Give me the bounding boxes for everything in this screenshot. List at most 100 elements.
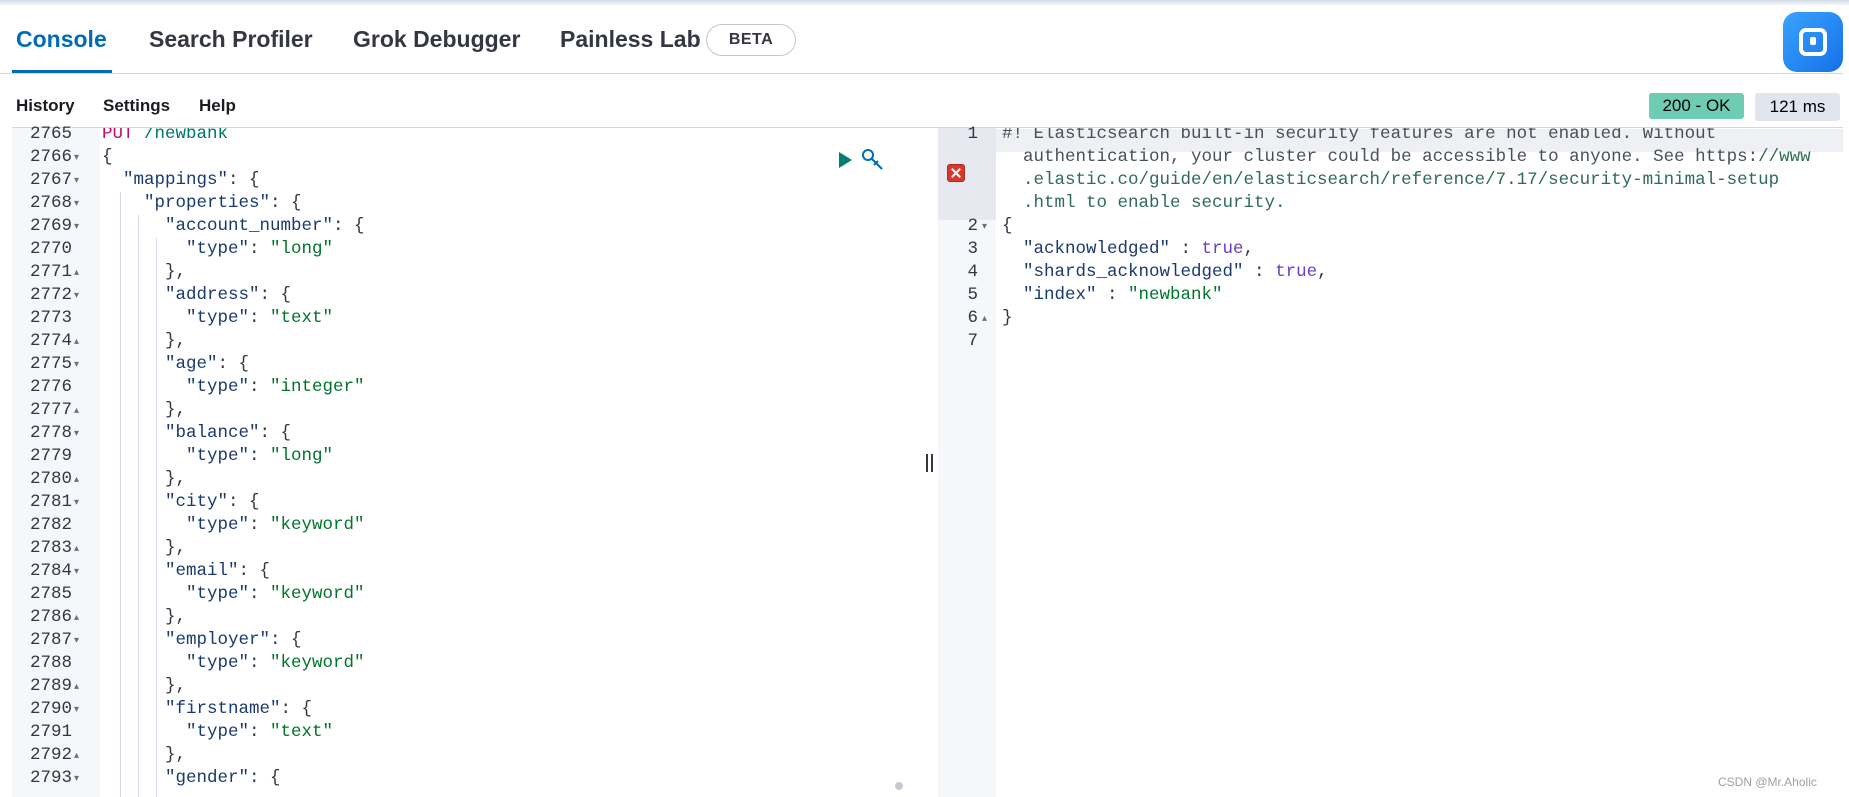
- tab-bar: Console Search Profiler Grok Debugger Pa…: [0, 18, 1843, 74]
- fold-open-icon[interactable]: ▾: [74, 284, 79, 307]
- code-line: }: [1002, 308, 1013, 328]
- tab-painless-lab[interactable]: Painless Lab: [560, 26, 701, 53]
- code-line: .elastic.co/guide/en/elasticsearch/refer…: [1002, 170, 1780, 190]
- play-icon[interactable]: [835, 150, 855, 170]
- settings-link[interactable]: Settings: [103, 96, 170, 116]
- line-number: 2773: [29, 308, 72, 328]
- history-link[interactable]: History: [16, 96, 75, 116]
- code-line: "employer": {: [102, 630, 302, 650]
- code-line: #! Elasticsearch built-in security featu…: [1002, 128, 1717, 144]
- fold-open-icon[interactable]: ▾: [74, 215, 79, 238]
- code-line: },: [102, 538, 187, 558]
- line-number: 2779: [29, 446, 72, 466]
- code-line: "address": {: [102, 285, 292, 305]
- fold-open-icon[interactable]: ▾: [982, 215, 987, 238]
- line-number: 2789: [29, 676, 72, 696]
- fold-close-icon[interactable]: ▴: [74, 399, 79, 422]
- fold-close-icon[interactable]: ▴: [74, 744, 79, 767]
- code-line: {: [1002, 216, 1013, 236]
- code-line: "age": {: [102, 354, 250, 374]
- fold-open-icon[interactable]: ▾: [74, 192, 79, 215]
- line-number: 2792: [29, 745, 72, 765]
- fold-open-icon[interactable]: ▾: [74, 422, 79, 445]
- line-number: 5: [967, 285, 978, 305]
- response-time-badge: 121 ms: [1755, 93, 1840, 121]
- line-number: 4: [967, 262, 978, 282]
- status-badge: 200 - OK: [1649, 93, 1744, 119]
- line-number: 2781: [29, 492, 72, 512]
- fold-open-icon[interactable]: ▾: [74, 767, 79, 790]
- error-icon: [947, 164, 965, 182]
- console-editors: PUT /newbank { "mappings": { "properties"…: [12, 124, 1843, 797]
- beta-badge: BETA: [706, 24, 796, 56]
- line-number: 2767: [29, 170, 72, 190]
- line-number: 2787: [29, 630, 72, 650]
- fold-open-icon[interactable]: ▾: [74, 169, 79, 192]
- fold-open-icon[interactable]: ▾: [74, 353, 79, 376]
- code-line: "type": "long": [102, 446, 334, 466]
- line-number: 2776: [29, 377, 72, 397]
- wrench-icon[interactable]: [860, 147, 886, 173]
- fold-open-icon[interactable]: ▾: [74, 629, 79, 652]
- request-editor[interactable]: PUT /newbank { "mappings": { "properties"…: [100, 128, 922, 797]
- pane-resizer[interactable]: [922, 128, 938, 797]
- fold-close-icon[interactable]: ▴: [74, 468, 79, 491]
- fold-close-icon[interactable]: ▴: [74, 537, 79, 560]
- app-icon[interactable]: [1783, 12, 1843, 72]
- fold-close-icon[interactable]: ▴: [74, 330, 79, 353]
- code-line: "account_number": {: [102, 216, 365, 236]
- line-number: 2768: [29, 193, 72, 213]
- fold-open-icon[interactable]: ▾: [74, 491, 79, 514]
- line-number: 2766: [29, 147, 72, 167]
- top-shadow: [0, 0, 1849, 6]
- fold-open-icon[interactable]: ▾: [74, 146, 79, 169]
- scroll-indicator[interactable]: [895, 782, 903, 790]
- fold-open-icon[interactable]: ▾: [74, 698, 79, 721]
- line-number: 2783: [29, 538, 72, 558]
- tab-console[interactable]: Console: [16, 26, 107, 53]
- line-number: 2774: [29, 331, 72, 351]
- line-number: 1: [967, 124, 978, 144]
- code-line: "type": "keyword": [102, 584, 365, 604]
- code-line: "index" : "newbank": [1002, 285, 1223, 305]
- code-line: "type": "keyword": [102, 653, 365, 673]
- code-line: {: [102, 147, 113, 167]
- tab-search-profiler[interactable]: Search Profiler: [149, 26, 313, 53]
- line-number: 3: [967, 239, 978, 259]
- fold-close-icon[interactable]: ▴: [74, 606, 79, 629]
- code-line: "firstname": {: [102, 699, 313, 719]
- line-number: 2786: [29, 607, 72, 627]
- code-line: "mappings": {: [102, 170, 260, 190]
- line-number: 2788: [29, 653, 72, 673]
- code-line: },: [102, 745, 187, 765]
- fold-close-icon[interactable]: ▴: [74, 675, 79, 698]
- tab-grok-debugger[interactable]: Grok Debugger: [353, 26, 520, 53]
- code-line: PUT /newbank: [102, 128, 229, 144]
- fold-close-icon[interactable]: ▴: [74, 261, 79, 284]
- line-number: 2770: [29, 239, 72, 259]
- code-line: "balance": {: [102, 423, 292, 443]
- watermark: CSDN @Mr.Aholic: [1718, 775, 1817, 789]
- code-line: authentication, your cluster could be ac…: [1002, 147, 1811, 167]
- code-line: "gender": {: [102, 768, 281, 788]
- help-link[interactable]: Help: [199, 96, 236, 116]
- line-number: 2790: [29, 699, 72, 719]
- active-tab-indicator: [12, 70, 112, 73]
- line-number: 2782: [29, 515, 72, 535]
- code-line: },: [102, 262, 187, 282]
- line-number: 2780: [29, 469, 72, 489]
- resizer-handle-icon[interactable]: [926, 454, 934, 472]
- line-number: 6: [967, 308, 978, 328]
- response-editor: #! Elasticsearch built-in security featu…: [996, 128, 1843, 797]
- line-number: 2769: [29, 216, 72, 236]
- line-number: 2784: [29, 561, 72, 581]
- code-line: },: [102, 400, 187, 420]
- line-number: 2765: [29, 124, 72, 144]
- line-number: 7: [967, 331, 978, 351]
- code-line: "type": "integer": [102, 377, 365, 397]
- code-line: "email": {: [102, 561, 271, 581]
- line-number: 2: [967, 216, 978, 236]
- fold-open-icon[interactable]: ▾: [74, 560, 79, 583]
- fold-close-icon[interactable]: ▴: [982, 307, 987, 330]
- line-number: 2772: [29, 285, 72, 305]
